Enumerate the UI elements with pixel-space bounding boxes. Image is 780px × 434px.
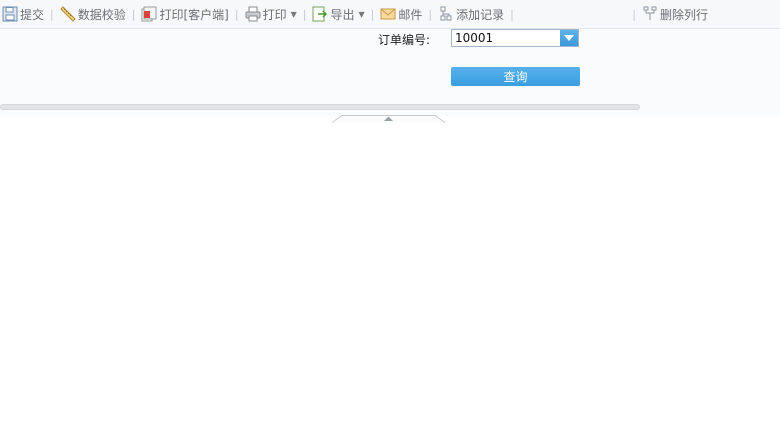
query-form: 订单编号: 查询: [0, 29, 780, 116]
add-record-icon: [440, 6, 452, 21]
submit-label: 提交: [20, 7, 45, 22]
order-number-input[interactable]: [452, 30, 563, 46]
print-client-button[interactable]: 打印[客户端]: [139, 3, 230, 25]
dropdown-trigger[interactable]: [560, 30, 578, 46]
query-button[interactable]: 查询: [451, 67, 580, 86]
export-label: 导出: [330, 7, 355, 22]
mail-icon: [380, 8, 396, 20]
printer-icon: [245, 6, 261, 22]
mail-button[interactable]: 邮件: [378, 3, 424, 25]
print-client-icon: [141, 6, 157, 22]
toolbar-separator: |: [370, 7, 375, 21]
print-dropdown-button[interactable]: 打印 ▼: [243, 3, 299, 25]
delete-row-button[interactable]: 删除列行: [640, 3, 710, 25]
export-icon: [312, 6, 328, 22]
toolbar-separator: |: [302, 7, 307, 21]
toolbar-separator: |: [428, 7, 433, 21]
submit-button[interactable]: 提交: [0, 3, 46, 25]
toolbar-separator: |: [234, 7, 239, 21]
export-dropdown-button[interactable]: 导出 ▼: [310, 3, 366, 25]
validate-label: 数据校验: [77, 7, 126, 22]
chevron-down-icon: ▼: [358, 9, 365, 19]
add-record-label: 添加记录: [456, 7, 505, 22]
toolbar-separator: |: [510, 7, 514, 21]
collapse-handle[interactable]: [332, 115, 445, 123]
mail-label: 邮件: [398, 7, 423, 22]
order-number-combobox[interactable]: [451, 29, 579, 47]
delete-row-icon: [643, 6, 657, 20]
delete-row-label: 删除列行: [659, 7, 708, 22]
order-number-label: 订单编号:: [378, 33, 431, 47]
toolbar-separator: |: [50, 7, 54, 21]
validate-button[interactable]: 数据校验: [58, 3, 128, 25]
toolbar: 提交 | 数据校验 | 打印[客户端] | 打印 ▼ | 导出 ▼ | 邮件 |…: [0, 0, 780, 29]
save-icon: [2, 6, 18, 22]
add-record-button[interactable]: 添加记录: [436, 3, 506, 25]
toolbar-separator: |: [632, 7, 636, 21]
print-client-label: 打印[客户端]: [159, 7, 229, 22]
print-label: 打印: [262, 7, 287, 22]
ruler-icon: [60, 6, 76, 22]
chevron-down-icon: [564, 35, 574, 41]
horizontal-scrollbar[interactable]: [0, 104, 640, 110]
chevron-down-icon: ▼: [290, 9, 297, 19]
toolbar-separator: |: [131, 7, 136, 21]
